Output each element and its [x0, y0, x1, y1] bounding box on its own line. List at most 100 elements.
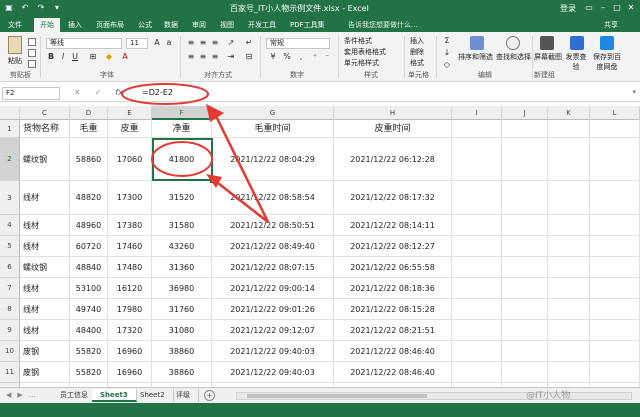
empty-cell[interactable] — [590, 181, 640, 215]
column-header-l[interactable]: L — [590, 106, 640, 120]
table-cell[interactable]: 2021/12/22 06:55:58 — [334, 257, 452, 278]
tab-data[interactable]: 数据 — [164, 18, 178, 32]
row-header[interactable]: 8 — [0, 299, 20, 320]
tab-developer[interactable]: 开发工具 — [248, 18, 276, 32]
tab-insert[interactable]: 插入 — [68, 18, 82, 32]
table-cell[interactable]: 2021/12/22 08:14:11 — [334, 215, 452, 236]
more-sheets-icon[interactable]: … — [29, 391, 36, 399]
table-cell[interactable]: 线材 — [20, 215, 70, 236]
paste-icon[interactable] — [8, 36, 22, 54]
column-header-k[interactable]: K — [548, 106, 590, 120]
empty-cell[interactable] — [590, 138, 640, 181]
table-cell[interactable]: 41800 — [152, 138, 212, 181]
maximize-icon[interactable]: □ — [610, 1, 624, 15]
table-cell[interactable]: 38860 — [152, 341, 212, 362]
empty-cell[interactable] — [452, 320, 502, 341]
table-cell[interactable]: 2021/12/22 09:40:03 — [212, 341, 334, 362]
underline-icon[interactable]: U — [70, 52, 80, 62]
scroll-thumb[interactable] — [247, 394, 427, 398]
prev-sheet-icon[interactable]: ◀ — [6, 391, 11, 399]
copy-icon[interactable] — [28, 49, 36, 57]
table-cell[interactable]: 31360 — [152, 257, 212, 278]
share-button[interactable]: 共享 — [604, 20, 618, 30]
table-cell[interactable]: 2021/12/22 08:18:36 — [334, 278, 452, 299]
empty-cell[interactable] — [590, 215, 640, 236]
conditional-format-button[interactable]: 条件格式 — [344, 36, 372, 46]
font-name-select[interactable]: 等线 — [46, 38, 122, 49]
row-header[interactable]: 5 — [0, 236, 20, 257]
table-cell[interactable]: 螺纹钢 — [20, 138, 70, 181]
tab-file[interactable]: 文件 — [8, 18, 22, 32]
close-icon[interactable]: ✕ — [624, 1, 638, 15]
table-cell[interactable]: 线材 — [20, 278, 70, 299]
column-title-cell[interactable]: 皮重 — [108, 120, 152, 138]
empty-cell[interactable] — [590, 120, 640, 138]
empty-cell[interactable] — [452, 257, 502, 278]
delete-cells-button[interactable]: 删除 — [410, 47, 424, 57]
empty-cell[interactable] — [452, 215, 502, 236]
empty-cell[interactable] — [452, 341, 502, 362]
sort-filter-button[interactable]: 排序和筛选 — [458, 52, 493, 62]
empty-cell[interactable] — [548, 215, 590, 236]
table-cell[interactable]: 2021/12/22 08:58:54 — [212, 181, 334, 215]
table-cell[interactable]: 2021/12/22 08:46:40 — [334, 362, 452, 383]
align-center-icon[interactable]: ≡ — [198, 52, 208, 62]
table-cell[interactable]: 31580 — [152, 215, 212, 236]
table-cell[interactable]: 17980 — [108, 299, 152, 320]
table-cell[interactable]: 55820 — [70, 341, 108, 362]
fill-color-icon[interactable]: ◆ — [104, 52, 114, 62]
row-header[interactable]: 9 — [0, 320, 20, 341]
table-cell[interactable]: 2021/12/22 08:49:40 — [212, 236, 334, 257]
sheet-tab-sheet3[interactable]: Sheet3 — [92, 389, 137, 402]
comma-icon[interactable]: , — [296, 52, 306, 62]
baidu-cloud-icon[interactable] — [600, 36, 614, 50]
empty-cell[interactable] — [502, 362, 548, 383]
empty-cell[interactable] — [548, 236, 590, 257]
table-cell[interactable]: 2021/12/22 08:04:29 — [212, 138, 334, 181]
empty-cell[interactable] — [502, 257, 548, 278]
shrink-font-icon[interactable]: a — [164, 38, 174, 48]
orientation-icon[interactable]: ↗ — [226, 38, 236, 48]
table-cell[interactable]: 36980 — [152, 278, 212, 299]
empty-cell[interactable] — [452, 120, 502, 138]
row-header[interactable]: 1 — [0, 120, 20, 138]
empty-cell[interactable] — [452, 362, 502, 383]
login-link[interactable]: 登录 — [560, 3, 576, 14]
row-header[interactable]: 2 — [0, 138, 20, 181]
empty-cell[interactable] — [502, 215, 548, 236]
cell-styles-button[interactable]: 单元格样式 — [344, 58, 379, 68]
table-cell[interactable]: 2021/12/22 09:01:26 — [212, 299, 334, 320]
empty-cell[interactable] — [590, 236, 640, 257]
bold-icon[interactable]: B — [46, 52, 56, 62]
empty-cell[interactable] — [548, 278, 590, 299]
row-header[interactable]: 10 — [0, 341, 20, 362]
table-cell[interactable]: 17460 — [108, 236, 152, 257]
row-header[interactable]: 3 — [0, 181, 20, 215]
expand-formula-icon[interactable]: ▾ — [632, 88, 636, 96]
column-header-e[interactable]: E — [108, 106, 152, 120]
row-header[interactable]: 11 — [0, 362, 20, 383]
autosum-icon[interactable]: Σ — [442, 36, 452, 46]
table-cell[interactable]: 2021/12/22 08:12:27 — [334, 236, 452, 257]
tab-home[interactable]: 开始 — [34, 18, 60, 32]
table-cell[interactable]: 2021/12/22 08:15:28 — [334, 299, 452, 320]
empty-cell[interactable] — [502, 138, 548, 181]
table-cell[interactable]: 43260 — [152, 236, 212, 257]
table-cell[interactable]: 2021/12/22 09:40:03 — [212, 362, 334, 383]
table-cell[interactable]: 48960 — [70, 215, 108, 236]
empty-cell[interactable] — [548, 341, 590, 362]
table-cell[interactable]: 17060 — [108, 138, 152, 181]
table-cell[interactable]: 58860 — [70, 138, 108, 181]
table-cell[interactable]: 2021/12/22 08:07:15 — [212, 257, 334, 278]
table-cell[interactable]: 16120 — [108, 278, 152, 299]
table-cell[interactable]: 55820 — [70, 362, 108, 383]
column-header-g[interactable]: G — [212, 106, 334, 120]
empty-cell[interactable] — [590, 341, 640, 362]
table-cell[interactable]: 49740 — [70, 299, 108, 320]
table-cell[interactable]: 2021/12/22 09:00:14 — [212, 278, 334, 299]
empty-cell[interactable] — [590, 278, 640, 299]
table-cell[interactable]: 53100 — [70, 278, 108, 299]
table-cell[interactable]: 线材 — [20, 320, 70, 341]
column-title-cell[interactable]: 皮重时间 — [334, 120, 452, 138]
table-cell[interactable]: 48400 — [70, 320, 108, 341]
